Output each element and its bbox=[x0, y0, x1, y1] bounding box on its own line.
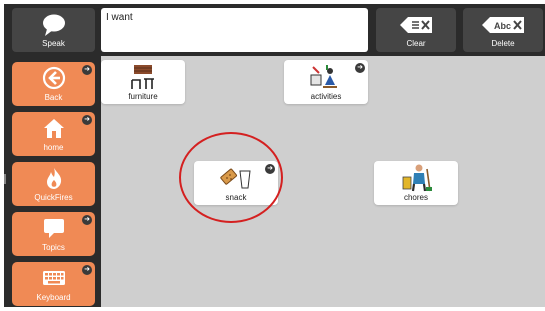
clear-icon bbox=[400, 17, 432, 33]
speak-label: Speak bbox=[42, 39, 65, 48]
cell-furniture[interactable]: furniture bbox=[101, 60, 185, 104]
activities-icon bbox=[310, 65, 337, 88]
delete-label: Delete bbox=[491, 39, 515, 48]
fire-icon bbox=[47, 168, 62, 189]
sidebar: ➜ Back ➜ home QuickFires ➜ Topics ➜ Keyb… bbox=[4, 56, 101, 307]
folder-indicator-icon: ➜ bbox=[82, 215, 92, 225]
delete-icon-text: Abc bbox=[494, 21, 511, 31]
delete-button[interactable]: Abc Delete bbox=[463, 8, 543, 52]
sidebar-item-label: Topics bbox=[42, 243, 65, 252]
chores-icon bbox=[402, 164, 432, 192]
furniture-icon bbox=[131, 65, 154, 89]
speech-bubble-icon bbox=[43, 14, 65, 36]
sidebar-item-keyboard[interactable]: ➜ Keyboard bbox=[12, 262, 95, 306]
cell-label: furniture bbox=[128, 92, 158, 101]
sidebar-item-label: Back bbox=[44, 93, 63, 102]
cell-label: activities bbox=[310, 92, 342, 101]
highlight-circle bbox=[179, 132, 283, 223]
folder-indicator-icon: ➜ bbox=[82, 115, 92, 125]
sidebar-item-topics[interactable]: ➜ Topics bbox=[12, 212, 95, 256]
panel-edge-marker bbox=[4, 174, 6, 184]
clear-label: Clear bbox=[406, 39, 426, 48]
cell-activities[interactable]: ➜ activities bbox=[284, 60, 368, 104]
cell-label: chores bbox=[403, 193, 428, 202]
folder-indicator-icon: ➜ bbox=[82, 65, 92, 75]
sidebar-item-back[interactable]: ➜ Back bbox=[12, 62, 95, 106]
delete-icon: Abc bbox=[482, 17, 524, 33]
app-screen: Speak I want Clear Abc Delete ➜ Back ➜ h… bbox=[4, 4, 545, 307]
back-arrow-icon bbox=[42, 66, 66, 90]
sidebar-item-label: QuickFires bbox=[34, 193, 73, 202]
topics-bubble-icon bbox=[44, 219, 64, 238]
sidebar-item-label: Keyboard bbox=[36, 293, 71, 302]
folder-indicator-icon: ➜ bbox=[355, 63, 365, 73]
clear-button[interactable]: Clear bbox=[376, 8, 456, 52]
top-toolbar: Speak I want Clear Abc Delete bbox=[4, 4, 545, 56]
sidebar-item-quickfires[interactable]: QuickFires bbox=[12, 162, 95, 206]
keyboard-icon bbox=[43, 271, 65, 285]
message-window[interactable]: I want bbox=[101, 8, 368, 52]
cell-chores[interactable]: chores bbox=[374, 161, 458, 205]
sidebar-item-label: home bbox=[43, 143, 64, 152]
folder-indicator-icon: ➜ bbox=[82, 265, 92, 275]
speak-button[interactable]: Speak bbox=[12, 8, 95, 52]
sidebar-item-home[interactable]: ➜ home bbox=[12, 112, 95, 156]
home-icon bbox=[44, 119, 64, 138]
message-text: I want bbox=[106, 12, 133, 23]
